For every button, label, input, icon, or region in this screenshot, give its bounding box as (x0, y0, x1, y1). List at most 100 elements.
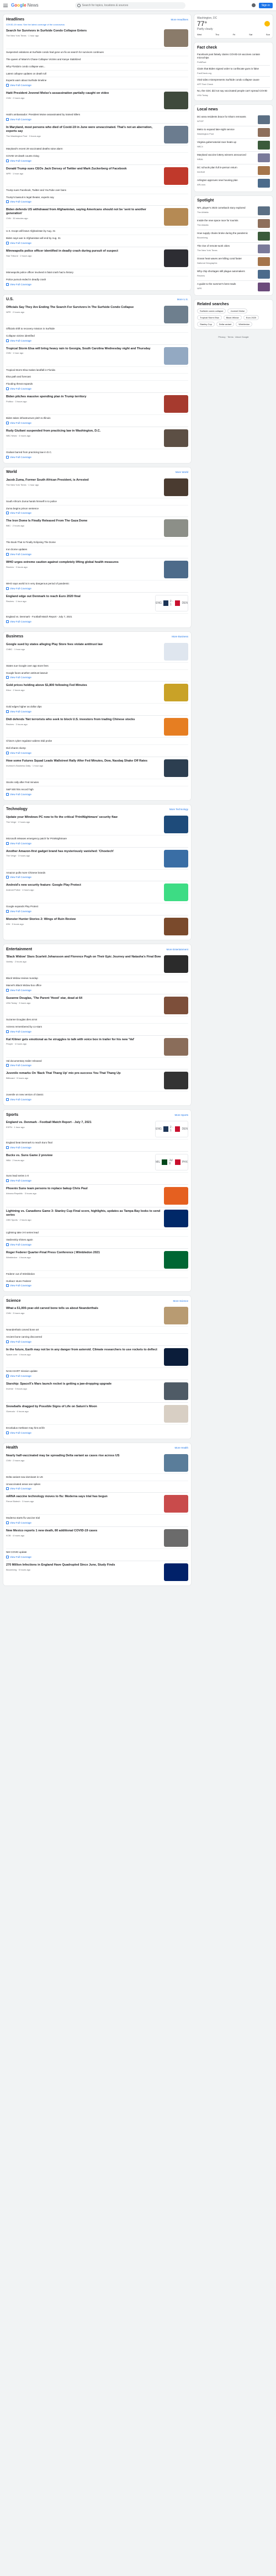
side-item-title[interactable]: Virginia gubernatorial race heats up (197, 141, 256, 144)
related-story[interactable]: Suns lead series 1-0 (6, 1172, 188, 1178)
related-story[interactable]: Latest collapse updates on death toll (6, 70, 188, 76)
story-thumbnail[interactable] (164, 883, 188, 902)
side-item[interactable]: How supply chains broke during the pande… (197, 230, 270, 243)
match-card[interactable]: ENG 2 - 1 DEN (155, 1121, 188, 1138)
lead-story[interactable]: Snowballs dragged by Possible Signs of L… (6, 1404, 188, 1423)
story-thumbnail[interactable] (164, 1307, 188, 1325)
related-story[interactable]: NASA DART mission update (6, 1367, 188, 1373)
story-title[interactable]: Juvenile remarks On 'Back That Thang Up'… (6, 1072, 161, 1076)
lead-story[interactable]: 'Black Widow' Stars Scarlett Johansson a… (6, 955, 188, 973)
lead-story[interactable]: Tropical Storm Elsa will bring heavy rai… (6, 347, 188, 365)
related-chip[interactable]: Delta variant (216, 321, 235, 327)
story-thumbnail[interactable] (164, 1495, 188, 1513)
story-title[interactable]: What a 51,000-year-old carved bone tells… (6, 1307, 161, 1311)
full-coverage-link[interactable]: View Full Coverage (6, 752, 188, 754)
story-title[interactable]: mRNA vaccine technology moves to flu: Mo… (6, 1495, 161, 1499)
related-story[interactable]: Moderna starts flu vaccine trial (6, 1514, 188, 1520)
lead-story[interactable]: The Iron Dome Is Finally Released From T… (6, 519, 188, 537)
story-thumbnail[interactable] (164, 561, 188, 579)
story-title[interactable]: Monster Hunter Stories 2: Wings of Ruin … (6, 918, 161, 922)
lead-story[interactable]: 270 Million Infections in England Have Q… (6, 1563, 188, 1582)
lead-story[interactable]: WHO urges extreme caution against comple… (6, 561, 188, 579)
story-thumbnail[interactable] (164, 126, 188, 144)
related-story[interactable]: Gold edges higher as dollar dips (6, 703, 188, 709)
more-link[interactable]: More Health (174, 1446, 188, 1449)
side-item-title[interactable]: The rise of remote-work cities (197, 244, 256, 248)
full-coverage-link[interactable]: View Full Coverage (6, 84, 188, 87)
story-thumbnail[interactable] (164, 395, 188, 413)
menu-icon[interactable] (3, 3, 8, 7)
related-story[interactable]: Biden takes infrastructure pitch to Illi… (6, 414, 188, 420)
lead-story[interactable]: Android's new security feature: Google P… (6, 883, 188, 902)
related-chip[interactable]: Surfside condo collapse (197, 308, 226, 313)
related-story[interactable]: Unvaccinated areas see spikes (6, 1480, 188, 1486)
related-story[interactable]: Why Florida's condo collapse was... (6, 62, 188, 68)
related-story[interactable]: Hurkacz stuns Federer (6, 1277, 188, 1283)
story-thumbnail[interactable] (164, 1382, 188, 1400)
related-chip[interactable]: Tropical Storm Elsa (197, 315, 222, 320)
story-thumbnail[interactable] (164, 759, 188, 777)
side-item-title[interactable]: Inside the new space race for tourists (197, 219, 256, 222)
lead-story[interactable]: Phoenix Suns team persons to replace bak… (6, 1186, 188, 1205)
lead-story[interactable]: How some Futures Squad Leads Wallstreet … (6, 759, 188, 777)
story-thumbnail[interactable] (164, 1186, 188, 1205)
related-story[interactable]: Actress remembered by co-stars (6, 1023, 188, 1029)
story-title[interactable]: Biden defends US withdrawal from Afghani… (6, 208, 161, 216)
related-story[interactable]: NM COVID update (6, 1548, 188, 1554)
story-title[interactable]: WHO urges extreme caution against comple… (6, 561, 161, 565)
side-item-title[interactable]: Viral video misrepresents Surfside condo… (197, 78, 270, 82)
sign-in-button[interactable]: Sign in (258, 2, 273, 8)
story-thumbnail[interactable] (164, 1250, 188, 1269)
story-title[interactable]: Android's new security feature: Google P… (6, 883, 161, 887)
story-title[interactable]: Lightning vs. Canadiens Game 3: Stanley … (6, 1210, 161, 1217)
full-coverage-link[interactable]: View Full Coverage (6, 620, 188, 623)
story-thumbnail[interactable] (164, 1404, 188, 1423)
story-title[interactable]: New Mexico reports 1 new death, 80 addit… (6, 1529, 161, 1533)
lead-story[interactable]: Minneapolis police officer identified in… (6, 249, 188, 268)
lead-story[interactable]: What a 51,000-year-old carved bone tells… (6, 1307, 188, 1325)
more-link[interactable]: More U.S. (177, 298, 188, 301)
related-story[interactable]: WHO says world is in very dangerous peri… (6, 580, 188, 586)
related-story[interactable]: Officials shift to recovery mission in S… (6, 324, 188, 331)
lead-story[interactable]: England edge out Denmark to reach Euro 2… (6, 594, 188, 611)
side-item[interactable]: Arlington approves new housing plan ARLno… (197, 177, 270, 189)
full-coverage-link[interactable]: View Full Coverage (6, 1284, 188, 1287)
lead-story[interactable]: Gold prices holding above $1,800 followi… (6, 684, 188, 702)
related-story[interactable]: The queen of Miami's Chase Collapse Vict… (6, 55, 188, 61)
story-thumbnail[interactable] (164, 955, 188, 973)
lead-story[interactable]: Juvenile remarks On 'Back That Thang Up'… (6, 1072, 188, 1090)
side-item-title[interactable]: A guide to the summer's best reads (197, 283, 256, 286)
related-story[interactable]: Flooding threat expands (6, 380, 188, 386)
story-thumbnail[interactable] (164, 167, 188, 185)
lead-story[interactable]: Rudy Giuliani suspended from practicing … (6, 429, 188, 447)
full-coverage-link[interactable]: View Full Coverage (6, 339, 188, 342)
related-story[interactable]: China's cyber regulator widens Didi prob… (6, 737, 188, 743)
full-coverage-link[interactable]: View Full Coverage (6, 1340, 188, 1344)
related-story[interactable]: Trump sues Facebook, Twitter and YouTube… (6, 186, 188, 192)
related-story[interactable]: Biden says war in Afghanistan will end b… (6, 235, 188, 240)
lead-story[interactable]: mRNA vaccine technology moves to flu: Mo… (6, 1495, 188, 1513)
side-item[interactable]: Virginia gubernatorial race heats up NBC4 (197, 139, 270, 152)
story-thumbnail[interactable] (164, 1529, 188, 1547)
lead-story[interactable]: Biden pitches massive spending plan in T… (6, 395, 188, 413)
full-coverage-link[interactable]: View Full Coverage (6, 910, 188, 913)
side-item[interactable]: A guide to the summer's best reads NPR (197, 281, 270, 293)
full-coverage-link[interactable]: View Full Coverage (6, 1098, 188, 1101)
related-story[interactable]: Experts warn about Surfside timeline (6, 77, 188, 82)
side-item[interactable]: Metro to expand late-night service Washin… (197, 126, 270, 139)
side-item[interactable]: Why chip shortages still plague automake… (197, 268, 270, 281)
lead-story[interactable]: In the future, Earth may not be in any d… (6, 1348, 188, 1366)
related-story[interactable]: Collapse victims identified (6, 332, 188, 338)
story-thumbnail[interactable] (164, 996, 188, 1014)
story-title[interactable]: Suzanne Douglas, 'The Parent 'Hood' star… (6, 997, 161, 1000)
related-story[interactable]: Suzanne Douglas dies at 64 (6, 1015, 188, 1021)
related-story[interactable]: Police pursuit ended in deadly crash (6, 275, 188, 281)
story-thumbnail[interactable] (164, 29, 188, 47)
related-story[interactable]: Juvenile on new version of classic (6, 1091, 188, 1097)
story-title[interactable]: England vs. Denmark - Football Match Rep… (6, 1121, 152, 1125)
full-coverage-link[interactable]: View Full Coverage (6, 200, 188, 204)
related-story[interactable]: Trump's lawsuit is legal theater, expert… (6, 193, 188, 199)
story-thumbnail[interactable] (164, 815, 188, 833)
full-coverage-link[interactable]: View Full Coverage (6, 118, 188, 121)
lead-story[interactable]: Update your Windows PC now to fix the cr… (6, 815, 188, 833)
